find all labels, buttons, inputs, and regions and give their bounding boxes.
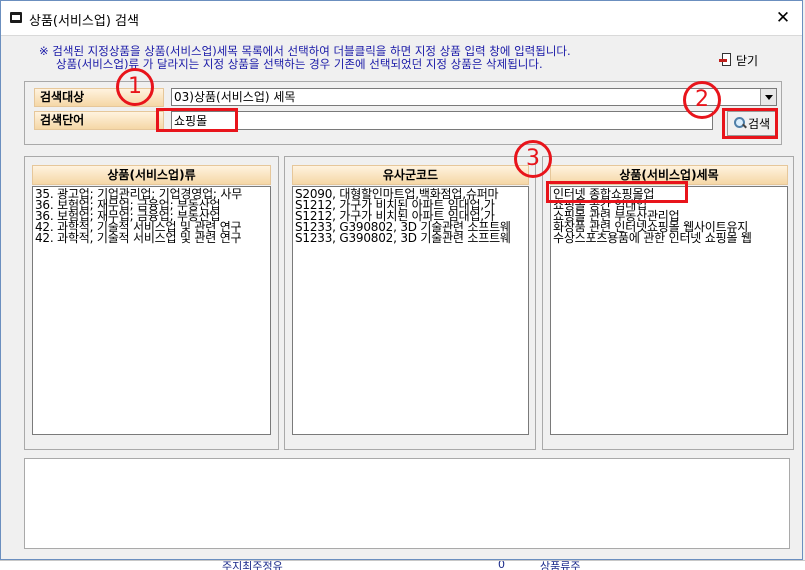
notice-line-2: 상품(서비스업)류 가 달라지는 지정 상품을 선택하는 경우 기존에 선택되었… [56,57,543,71]
class-panel-header: 상품(서비스업)류 [32,165,271,185]
class-panel: 상품(서비스업)류 35. 광고업; 기업관리업; 기업경영업; 사무 36. … [24,156,279,450]
title-bar: 상품(서비스업) 검색 ✕ [1,1,802,36]
detail-panel-header: 상품(서비스업)세목 [550,165,788,185]
search-keyword-label: 검색단어 [34,111,164,130]
search-button[interactable]: 검색 [727,111,777,136]
door-exit-icon [719,53,733,67]
window-title: 상품(서비스업) 검색 [29,14,139,29]
search-group: 검색대상 03)상품(서비스업) 세목 검색단어 검색 [24,81,782,145]
notice-text: ※ 검색된 지정상품을 상품(서비스업)세목 목록에서 선택하여 더블클릭을 하… [39,45,571,71]
search-target-select[interactable]: 03)상품(서비스업) 세목 [171,88,777,106]
list-item[interactable]: 42. 과학적, 기술적 서비스업 및 관련 연구 [35,232,268,244]
similar-code-panel-header: 유사군코드 [292,165,529,185]
close-button[interactable]: 닫기 [719,50,769,70]
search-button-label: 검색 [747,117,771,131]
detail-listbox[interactable]: 인터넷 종합쇼핑몰업 쇼핑몰 공간 임대업 쇼핑몰 관련 부동산관리업 화장품 … [550,186,788,435]
similar-code-panel: 유사군코드 S2090, 대형할인마트업,백화점업,슈퍼마 S1212, 가구가… [284,156,536,450]
list-item[interactable]: S1233, G390802, 3D 기술관련 소프트웨 [295,232,526,244]
close-button-label: 닫기 [736,53,759,68]
dropdown-arrow-icon[interactable] [760,89,776,105]
similar-code-listbox[interactable]: S2090, 대형할인마트업,백화점업,슈퍼마 S1212, 가구가 비치된 아… [292,186,529,435]
search-target-value: 03)상품(서비스업) 세목 [174,90,296,104]
search-keyword-input[interactable] [171,111,713,130]
detail-panel: 상품(서비스업)세목 인터넷 종합쇼핑몰업 쇼핑몰 공간 임대업 쇼핑몰 관련 … [542,156,794,450]
window-close-button[interactable]: ✕ [772,7,794,29]
selected-goods-textarea[interactable] [24,458,790,549]
class-listbox[interactable]: 35. 광고업; 기업관리업; 기업경영업; 사무 36. 보험업; 재무업; … [32,186,271,435]
search-dialog: 상품(서비스업) 검색 ✕ ※ 검색된 지정상품을 상품(서비스업)세목 목록에… [0,0,803,560]
magnifier-icon [733,117,747,130]
app-icon [10,12,22,23]
search-target-label: 검색대상 [34,88,164,107]
list-item[interactable]: 수상스포츠용품에 관한 인터넷 쇼핑몰 웹 [553,232,785,244]
